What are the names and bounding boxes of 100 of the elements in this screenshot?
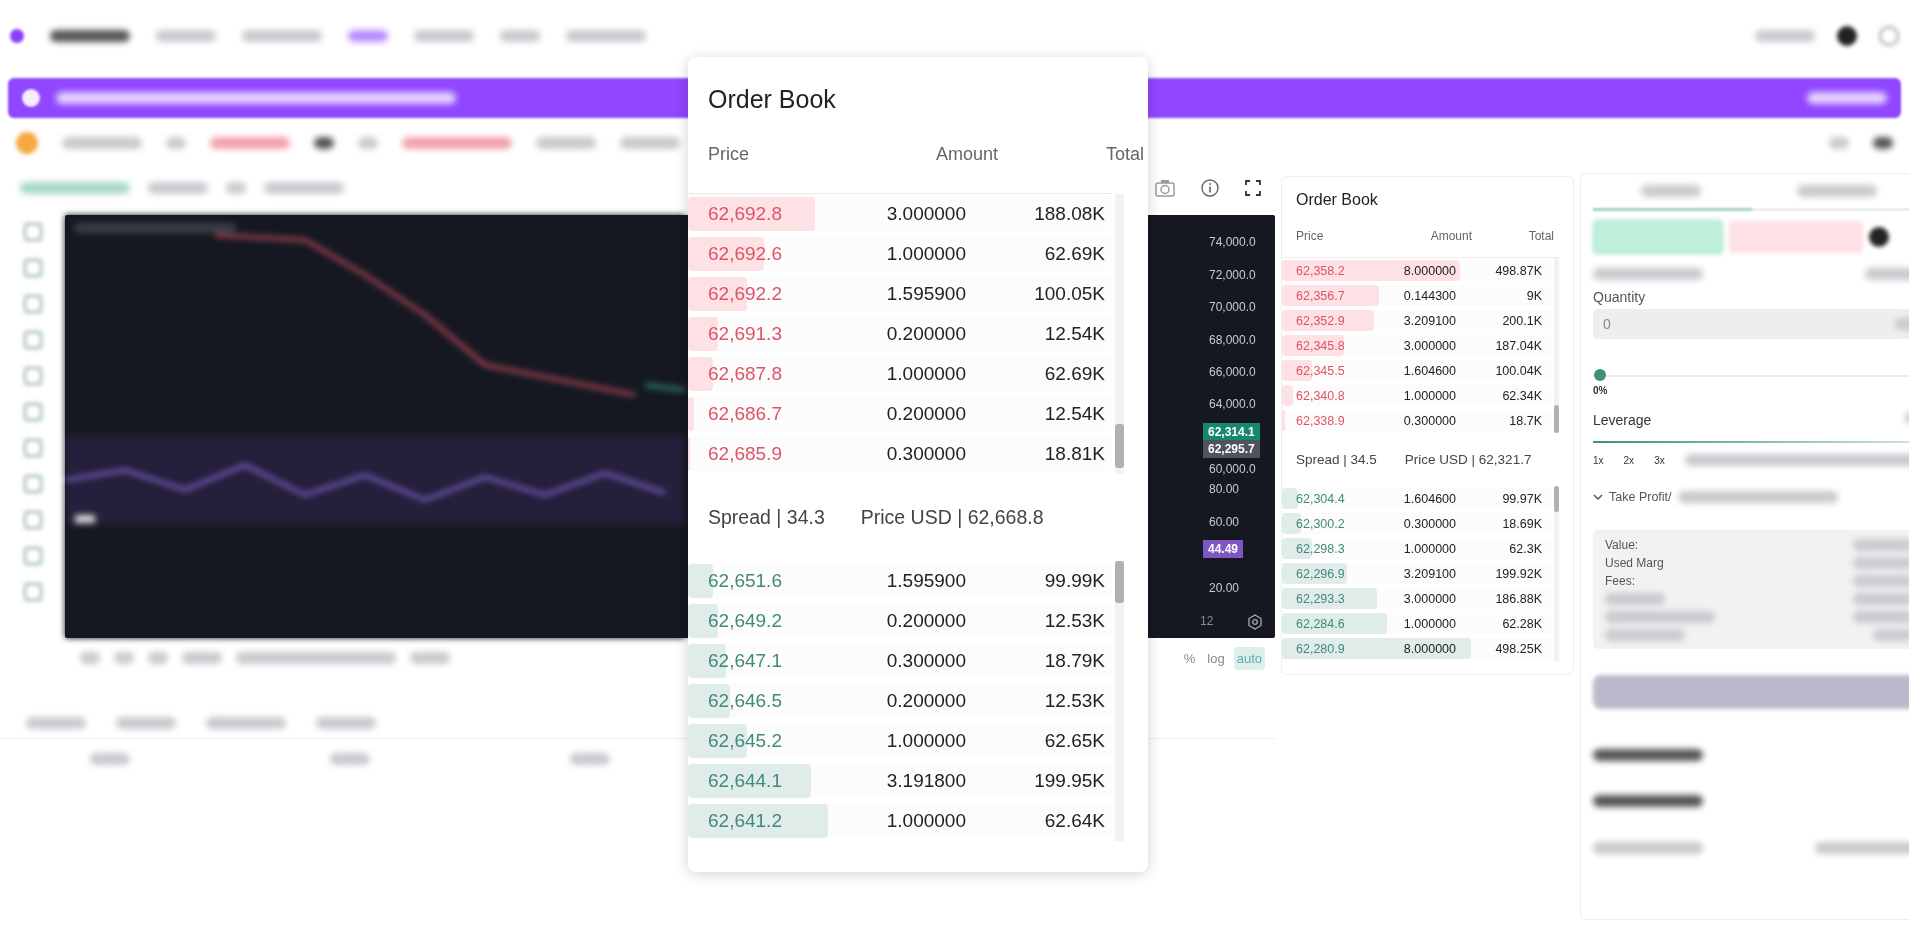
price-cell-text: 62,356.7 [1296,288,1346,303]
amount-cell-text: 0.144300 [1402,288,1456,303]
amount-cell-text: 0.300000 [1402,516,1456,531]
amount-cell-text: 1.604600 [1402,363,1456,378]
amount-cell-text: 0.200000 [885,323,966,345]
amount-cell-text: 1.595900 [885,283,966,305]
panel-title: Order Book [707,84,837,115]
amount-cell-text: 1.000000 [1402,541,1456,556]
amount-cell-text: 3.209100 [1402,313,1456,328]
amount-cell-text: 1.604600 [1402,491,1456,506]
amount-cell-text: 3.191800 [885,770,966,792]
price-cell-text: 62,345.5 [1296,363,1346,378]
total-cell-text: 100.05K [1033,283,1105,305]
price-cell-text: 62,296.9 [1296,566,1346,581]
amount-cell-text: 3.000000 [885,203,966,225]
price-cell-text: 62,284.6 [1296,616,1346,631]
price-cell-text: 62,651.6 [708,570,783,592]
price-cell-text: 62,340.8 [1296,388,1346,403]
column-header: Amount [1429,229,1472,243]
price-cell-text: 62,304.4 [1296,491,1346,506]
total-cell-text: 62.64K [1043,810,1105,832]
price-cell-text: 62,687.8 [708,363,783,385]
price-cell-text: 62,298.3 [1296,541,1346,556]
summary-label: Value: [1605,537,1639,552]
summary-label: Fees: [1605,573,1635,588]
amount-cell-text: 0.300000 [885,650,966,672]
amount-cell-text: 8.000000 [1402,641,1456,656]
total-cell-text: 62.28K [1501,616,1542,631]
amount-cell-text: 0.200000 [885,690,966,712]
axis-label: 70,000.0 [1209,300,1256,314]
amount-cell-text: 0.300000 [1402,413,1456,428]
price-cell-text: 62,647.1 [708,650,783,672]
total-cell-text: 62.69K [1043,243,1105,265]
total-cell-text: 12.54K [1043,323,1105,345]
amount-cell-text: 1.000000 [885,243,966,265]
total-cell-text: 12.53K [1043,690,1105,712]
total-cell-text: 62.3K [1508,541,1542,556]
total-cell-text: 199.95K [1033,770,1105,792]
time-label: 12 [1200,614,1214,628]
total-cell-text: 188.08K [1033,203,1105,225]
axis-label: 44.49 [1203,540,1244,558]
total-cell-text: 62.65K [1043,730,1105,752]
price-cell-text: 62,280.9 [1296,641,1346,656]
total-cell-text: 100.04K [1494,363,1542,378]
axis-label: 62,295.7 [1203,440,1260,458]
spread-value: Spread | 34.3 [708,506,825,529]
total-cell-text: 186.88K [1494,591,1542,606]
total-cell-text: 18.7K [1508,413,1542,428]
price-cell-text: 62,686.7 [708,403,783,425]
amount-cell-text: 1.000000 [885,730,966,752]
amount-cell-text: 0.200000 [885,403,966,425]
total-cell-text: 12.54K [1043,403,1105,425]
axis-label: 60.00 [1209,515,1240,529]
total-cell-text: 18.69K [1501,516,1542,531]
column-header: Price [708,143,750,165]
amount-cell-text: 1.000000 [885,810,966,832]
price-cell-text: 62,646.5 [708,690,783,712]
price-cell-text: 62,358.2 [1296,263,1346,278]
column-header: Total [1527,229,1554,243]
total-cell-text: 187.04K [1494,338,1542,353]
amount-cell-text: 1.000000 [1402,388,1456,403]
amount-cell-text: 0.200000 [885,610,966,632]
price-cell-text: 62,649.2 [708,610,783,632]
axis-label: 60,000.0 [1209,462,1256,476]
percent-label: 0% [1593,385,1609,396]
total-cell-text: 18.81K [1043,443,1105,465]
price-cell-text: 62,352.9 [1296,313,1346,328]
total-cell-text: 498.87K [1494,263,1542,278]
total-cell-text: 99.97K [1501,491,1542,506]
axis-label: 64,000.0 [1209,397,1256,411]
amount-cell-text: 3.000000 [1402,591,1456,606]
axis-label: 62,314.1 [1203,423,1260,441]
spread-value: Spread | 34.5 [1296,452,1377,467]
amount-cell-text: 3.000000 [1402,338,1456,353]
price-cell-text: 62,691.3 [708,323,783,345]
column-header: Price [1296,229,1325,243]
price-cell-text: 62,685.9 [708,443,783,465]
total-cell-text: 498.25K [1494,641,1542,656]
total-cell-text: 12.53K [1043,610,1105,632]
amount-cell-text: 1.595900 [885,570,966,592]
panel-title: Order Book [1295,190,1379,210]
total-cell-text: 62.69K [1043,363,1105,385]
total-cell-text: 18.79K [1043,650,1105,672]
axis-label: 68,000.0 [1209,333,1256,347]
total-cell-text: 199.92K [1494,566,1542,581]
amount-cell-text: 8.000000 [1402,263,1456,278]
total-cell-text: 200.1K [1501,313,1542,328]
axis-label: 20.00 [1209,581,1240,595]
amount-cell-text: 0.300000 [885,443,966,465]
amount-cell-text: 1.000000 [885,363,966,385]
column-header: Amount [934,143,998,165]
price-cell-text: 62,345.8 [1296,338,1346,353]
axis-label: 66,000.0 [1209,365,1256,379]
amount-cell-text: 3.209100 [1402,566,1456,581]
total-cell-text: 62.34K [1501,388,1542,403]
mid-price: Price USD | 62,321.7 [1404,452,1532,467]
price-cell-text: 62,692.6 [708,243,783,265]
summary-label: Used Marg [1605,555,1664,570]
axis-label: 74,000.0 [1209,235,1256,249]
field-label: Leverage [1593,412,1652,428]
